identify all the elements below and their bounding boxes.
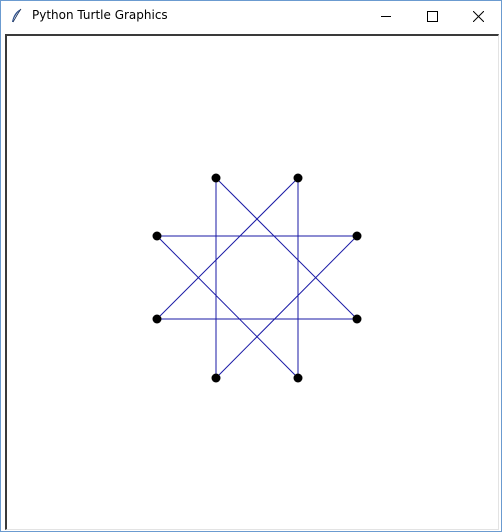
turtle-window: Python Turtle Graphics xyxy=(0,0,502,532)
star-vertex-dot xyxy=(211,373,221,383)
feather-icon xyxy=(8,7,26,25)
maximize-button[interactable] xyxy=(410,1,455,32)
turtle-canvas[interactable] xyxy=(5,34,499,530)
minimize-icon xyxy=(381,16,391,17)
star-vertex-dot xyxy=(152,314,162,324)
close-icon xyxy=(473,11,484,22)
star-vertex-dot xyxy=(152,231,162,241)
star-vertex-dot xyxy=(352,314,362,324)
maximize-icon xyxy=(427,11,438,22)
close-button[interactable] xyxy=(456,1,501,32)
star-segment xyxy=(215,235,358,379)
star-segment xyxy=(215,177,358,320)
star-segment xyxy=(156,177,299,320)
star-vertex-dot xyxy=(211,173,221,183)
title-bar[interactable]: Python Turtle Graphics xyxy=(1,1,501,32)
star-segment xyxy=(156,235,299,379)
turtle-drawing xyxy=(152,173,362,383)
star-vertex-dot xyxy=(293,373,303,383)
star-vertex-dot xyxy=(352,231,362,241)
window-title: Python Turtle Graphics xyxy=(32,8,168,22)
minimize-button[interactable] xyxy=(364,1,409,32)
star-vertex-dot xyxy=(293,173,303,183)
